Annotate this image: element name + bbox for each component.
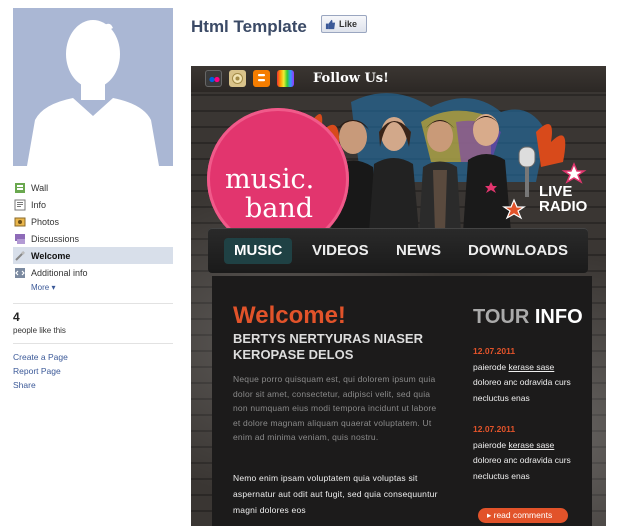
tour-text: paierode: [473, 439, 509, 450]
sidebar-item-info[interactable]: Info: [13, 196, 173, 213]
tour-date: 12.07.2011: [473, 346, 516, 356]
delicious-icon[interactable]: [229, 70, 246, 87]
subheading: BERTYS NERTYURAS NIASER KEROPASE DELOS: [233, 331, 423, 362]
blogger-icon[interactable]: [253, 70, 270, 87]
likes-count: 4: [13, 310, 20, 324]
content-panel: Welcome! BERTYS NERTYURAS NIASER KEROPAS…: [212, 276, 592, 526]
live-radio-badge[interactable]: LIVE RADIO: [539, 184, 587, 214]
logo-music-text: music.: [225, 164, 315, 195]
share-link[interactable]: Share: [13, 378, 173, 392]
info-icon: [14, 199, 26, 211]
flickr-icon[interactable]: [205, 70, 222, 87]
sidebar-item-label: Info: [31, 199, 47, 210]
sidebar-item-additional-info[interactable]: Additional info: [13, 264, 173, 281]
sidebar-item-label: Welcome: [31, 250, 71, 261]
tour-info-heading: TOUR INFO: [473, 306, 583, 329]
tour-description: doloreo anc odravida curs necluctus enas: [473, 455, 571, 481]
menu-item-news[interactable]: NEWS: [396, 238, 441, 264]
left-sidebar: Wall Info Photos Discussions Welcome Add…: [13, 8, 173, 392]
body-text-dim: Neque porro quisquam est, qui dolorem ip…: [233, 374, 437, 442]
live-text: LIVE: [539, 183, 573, 200]
sidebar-item-label: Wall: [31, 182, 49, 193]
divider: [13, 303, 173, 304]
info-word: INFO: [534, 306, 583, 328]
page-title: Html Template: [191, 17, 307, 36]
like-button[interactable]: Like: [321, 15, 367, 33]
sidebar-nav: Wall Info Photos Discussions Welcome Add…: [13, 179, 173, 295]
sidebar-item-discussions[interactable]: Discussions: [13, 230, 173, 247]
like-button-label: Like: [339, 19, 358, 29]
welcome-icon: [14, 250, 26, 262]
tour-description: doloreo anc odravida curs necluctus enas: [473, 377, 571, 403]
tour-link[interactable]: kerase sase: [508, 440, 554, 450]
body-text-bright: Nemo enim ipsam voluptatem quia voluptas…: [233, 473, 438, 515]
profile-picture[interactable]: [13, 8, 173, 166]
menu-item-music[interactable]: MUSIC: [224, 238, 293, 264]
logo-band-text: band: [245, 193, 314, 224]
main-menu: MUSIC VIDEOS NEWS DOWNLOADS: [208, 228, 588, 273]
tour-entry: 12.07.2011 paierode kerase sase doloreo …: [473, 422, 583, 484]
tour-date: 12.07.2011: [473, 424, 516, 434]
sidebar-item-label: Additional info: [31, 267, 88, 278]
likes-text: people like this: [13, 326, 66, 335]
photos-icon: [14, 216, 26, 228]
discussions-icon: [14, 233, 26, 245]
report-page-link[interactable]: Report Page: [13, 364, 173, 378]
default-avatar-silhouette-icon: [27, 20, 159, 166]
additional-info-icon: [14, 267, 26, 279]
menu-item-downloads[interactable]: DOWNLOADS: [468, 238, 568, 264]
tour-text: paierode: [473, 361, 509, 372]
sidebar-item-label: Discussions: [31, 233, 80, 244]
wall-icon: [14, 182, 26, 194]
follow-us-text: Follow Us!: [313, 71, 389, 86]
html-template-canvas: Follow Us! music. band LIVE RADIO MUSIC …: [191, 66, 606, 526]
tour-entry: 12.07.2011 paierode kerase sase doloreo …: [473, 344, 583, 406]
sidebar-item-label: Photos: [31, 216, 60, 227]
sidebar-item-welcome[interactable]: Welcome: [13, 247, 173, 264]
sidebar-item-photos[interactable]: Photos: [13, 213, 173, 230]
welcome-heading: Welcome!: [233, 302, 346, 329]
sidebar-item-wall[interactable]: Wall: [13, 179, 173, 196]
rainbow-icon[interactable]: [277, 70, 294, 87]
more-link[interactable]: More ▾: [13, 281, 173, 295]
radio-text: RADIO: [539, 198, 588, 215]
divider: [13, 343, 173, 344]
tour-word: TOUR: [473, 306, 530, 328]
thumbs-up-icon: [325, 19, 336, 29]
create-page-link[interactable]: Create a Page: [13, 350, 173, 364]
follow-bar: Follow Us!: [191, 66, 606, 92]
read-comments-button[interactable]: ▸ read comments: [478, 508, 568, 523]
tour-link[interactable]: kerase sase: [508, 362, 554, 372]
menu-item-videos[interactable]: VIDEOS: [312, 238, 369, 264]
